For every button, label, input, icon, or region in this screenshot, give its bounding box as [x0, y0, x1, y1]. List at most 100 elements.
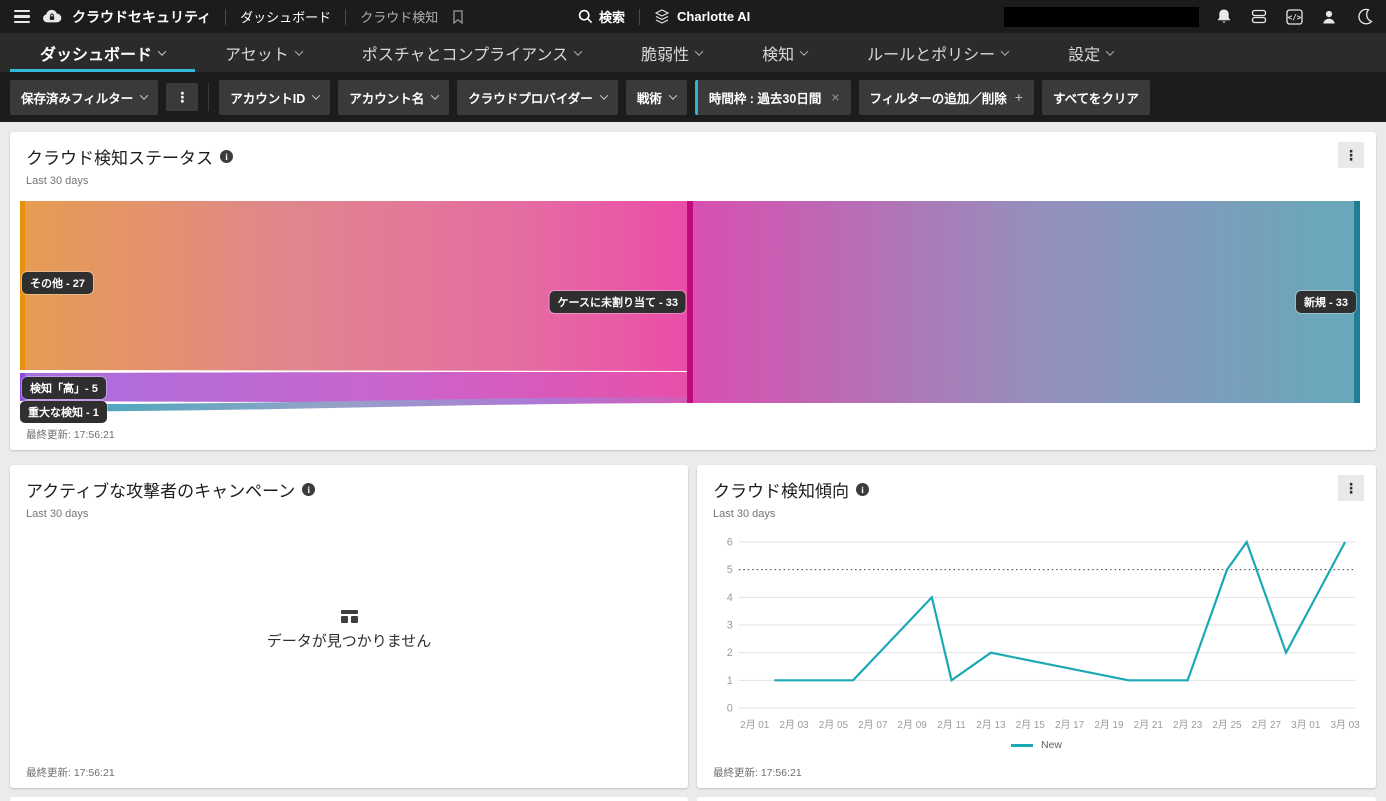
- legend-item-new[interactable]: New: [697, 739, 1376, 751]
- chevron-down-icon: [140, 91, 148, 99]
- divider: [208, 83, 209, 111]
- sankey-label-high-detection: 検知「高」- 5: [22, 377, 106, 399]
- line-chart-svg: 01234562月 012月 032月 052月 072月 092月 112月 …: [709, 530, 1360, 735]
- info-icon[interactable]: i: [856, 483, 869, 496]
- filter-options-kebab-icon[interactable]: ⋮: [166, 83, 198, 111]
- svg-text:2月 09: 2月 09: [898, 719, 928, 731]
- svg-text:2月 21: 2月 21: [1134, 719, 1164, 731]
- last-updated-text: 最終更新: 17:56:21: [713, 765, 802, 780]
- tab-vulnerabilities[interactable]: 脆弱性: [611, 33, 732, 72]
- close-icon[interactable]: ×: [831, 89, 839, 105]
- tab-detections[interactable]: 検知: [732, 33, 837, 72]
- no-data-text: データが見つかりません: [267, 630, 432, 651]
- hamburger-menu-icon[interactable]: [12, 8, 32, 26]
- sankey-link-unassigned-to-new[interactable]: [693, 201, 1354, 403]
- clear-all-button[interactable]: すべてをクリア: [1042, 80, 1150, 115]
- chevron-down-icon: [158, 47, 166, 55]
- svg-text:2: 2: [727, 647, 733, 659]
- chevron-down-icon: [574, 47, 582, 55]
- filter-tactic-dropdown[interactable]: 戦術: [626, 80, 687, 115]
- notifications-bell-icon[interactable]: [1214, 7, 1234, 27]
- filter-bar: 保存済みフィルター ⋮ アカウントID アカウント名 クラウドプロバイダー 戦術…: [0, 72, 1386, 122]
- charlotte-ai-icon: [654, 9, 670, 25]
- cloud-security-logo-icon: [42, 7, 62, 27]
- breadcrumb-dashboard[interactable]: ダッシュボード: [240, 7, 331, 26]
- no-data-icon: [341, 610, 358, 623]
- time-range-filter-chip[interactable]: 時間枠 : 過去30日間×: [695, 80, 851, 115]
- sankey-node-unassigned[interactable]: [687, 201, 693, 403]
- sankey-label-unassigned: ケースに未割り当て - 33: [550, 291, 686, 313]
- main-nav: ダッシュボード アセット ポスチャとコンプライアンス 脆弱性 検知 ルールとポリ…: [0, 33, 1386, 72]
- sankey-label-new: 新規 - 33: [1296, 291, 1356, 313]
- svg-text:3: 3: [727, 619, 733, 631]
- charlotte-ai-button[interactable]: Charlotte AI: [654, 9, 750, 25]
- panel-cloud-detection-trend: クラウド検知傾向 i Last 30 days ⋮ 01234562月 012月…: [697, 465, 1376, 788]
- chevron-down-icon: [669, 91, 677, 99]
- line-chart: 01234562月 012月 032月 052月 072月 092月 112月 …: [709, 530, 1360, 735]
- tab-posture-compliance[interactable]: ポスチャとコンプライアンス: [332, 33, 611, 72]
- add-remove-filters-button[interactable]: フィルターの追加／削除+: [859, 80, 1034, 115]
- svg-text:6: 6: [727, 536, 733, 548]
- svg-text:4: 4: [727, 592, 733, 604]
- divider: [225, 9, 226, 25]
- legend-line-swatch: [1011, 744, 1033, 747]
- search-button[interactable]: 検索: [578, 7, 625, 26]
- panel-title: クラウド検知ステータス: [26, 144, 213, 169]
- panel-menu-kebab-icon[interactable]: ⋮: [1338, 142, 1364, 168]
- chevron-down-icon: [695, 47, 703, 55]
- svg-text:2月 11: 2月 11: [937, 719, 966, 731]
- legend-label: New: [1041, 739, 1062, 751]
- tab-dashboard[interactable]: ダッシュボード: [10, 33, 195, 72]
- sankey-label-other: その他 - 27: [22, 272, 93, 294]
- sankey-link-other-to-unassigned[interactable]: [25, 201, 687, 371]
- svg-text:2月 23: 2月 23: [1173, 719, 1203, 731]
- svg-text:2月 05: 2月 05: [819, 719, 849, 731]
- search-icon: [578, 9, 593, 24]
- filter-account-name-dropdown[interactable]: アカウント名: [338, 80, 449, 115]
- chevron-down-icon: [312, 91, 320, 99]
- api-code-icon[interactable]: </>: [1284, 7, 1304, 27]
- empty-state: データが見つかりません: [10, 520, 688, 740]
- chevron-down-icon: [1001, 47, 1009, 55]
- chevron-down-icon: [294, 47, 302, 55]
- dashboard-content: クラウド検知ステータス i Last 30 days ⋮: [0, 122, 1386, 801]
- tab-rules-policies[interactable]: ルールとポリシー: [837, 33, 1038, 72]
- panel-menu-kebab-icon[interactable]: ⋮: [1338, 475, 1364, 501]
- filter-account-id-dropdown[interactable]: アカウントID: [219, 80, 330, 115]
- last-updated-text: 最終更新: 17:56:21: [26, 427, 115, 442]
- svg-text:2月 03: 2月 03: [779, 719, 809, 731]
- panel-subtitle: Last 30 days: [26, 175, 1360, 187]
- dark-mode-moon-icon[interactable]: [1354, 7, 1374, 27]
- last-updated-text: 最終更新: 17:56:21: [26, 765, 115, 780]
- svg-text:2月 19: 2月 19: [1094, 719, 1124, 731]
- info-icon[interactable]: i: [302, 483, 315, 496]
- tab-assets[interactable]: アセット: [195, 33, 332, 72]
- panel-title: アクティブな攻撃者のキャンペーン: [26, 477, 295, 502]
- plus-icon: +: [1015, 89, 1023, 105]
- activity-feed-icon[interactable]: [1249, 7, 1269, 27]
- bookmark-icon[interactable]: [448, 7, 468, 27]
- svg-text:2月 07: 2月 07: [858, 719, 888, 731]
- svg-text:3月 03: 3月 03: [1330, 719, 1360, 731]
- svg-text:2月 15: 2月 15: [1016, 719, 1046, 731]
- app-title: クラウドセキュリティ: [72, 7, 211, 27]
- svg-text:5: 5: [727, 564, 733, 576]
- divider: [639, 9, 640, 25]
- panel-partial-left: [10, 797, 688, 801]
- panel-partial-right: [697, 797, 1376, 801]
- tab-settings[interactable]: 設定: [1038, 33, 1143, 72]
- user-profile-icon[interactable]: [1319, 7, 1339, 27]
- panel-subtitle: Last 30 days: [713, 508, 1360, 520]
- svg-text:2月 13: 2月 13: [976, 719, 1006, 731]
- svg-text:2月 27: 2月 27: [1252, 719, 1282, 731]
- svg-text:2月 01: 2月 01: [740, 719, 770, 731]
- info-icon[interactable]: i: [220, 150, 233, 163]
- filter-cloud-provider-dropdown[interactable]: クラウドプロバイダー: [457, 80, 618, 115]
- sankey-chart: その他 - 27 検知「高」- 5 重大な検知 - 1 ケースに未割り当て - …: [20, 201, 1360, 416]
- saved-filters-dropdown[interactable]: 保存済みフィルター: [10, 80, 158, 115]
- top-bar: クラウドセキュリティ ダッシュボード クラウド検知 検索 Charlotte A…: [0, 0, 1386, 33]
- sankey-svg: [20, 201, 1360, 416]
- chevron-down-icon: [431, 91, 439, 99]
- panel-active-adversary-campaigns: アクティブな攻撃者のキャンペーン i Last 30 days データが見つかり…: [10, 465, 688, 788]
- chevron-down-icon: [600, 91, 608, 99]
